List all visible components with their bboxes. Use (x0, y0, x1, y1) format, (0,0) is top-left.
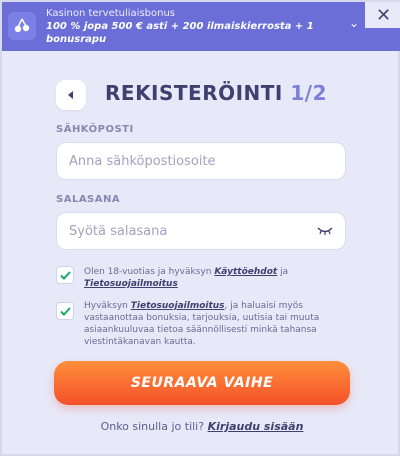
checkmark-icon (59, 306, 71, 316)
banner-offer: 100 % jopa 500 € asti + 200 ilmaiskierro… (46, 21, 314, 45)
registration-modal: Kasinon tervetuliaisbonus 100 % jopa 500… (0, 0, 400, 456)
banner-text: Kasinon tervetuliaisbonus 100 % jopa 500… (46, 7, 346, 46)
step-indicator: 1/2 (290, 81, 327, 105)
login-link[interactable]: Kirjaudu sisään (208, 420, 304, 433)
next-step-button[interactable]: SEURAAVA VAIHE (54, 361, 350, 405)
password-placeholder: Syötä salasana (69, 223, 168, 239)
welcome-bonus-banner[interactable]: Kasinon tervetuliaisbonus 100 % jopa 500… (2, 2, 400, 51)
privacy-link[interactable]: Tietosuojailmoitus (131, 301, 225, 311)
cherry-icon (8, 12, 36, 40)
back-arrow-icon (68, 91, 73, 99)
email-label: SÄHKÖPOSTI (56, 124, 134, 135)
terms-checkbox[interactable] (56, 266, 74, 284)
banner-title: Kasinon tervetuliaisbonus (46, 8, 176, 19)
email-field[interactable]: Anna sähköpostiosoite (56, 142, 346, 180)
back-button[interactable] (56, 80, 86, 110)
privacy-link[interactable]: Tietosuojailmoitus (84, 279, 178, 289)
login-question: Onko sinulla jo tili? (100, 420, 205, 433)
close-button[interactable]: ✕ (365, 2, 400, 28)
login-prompt: Onko sinulla jo tili? Kirjaudu sisään (2, 420, 400, 433)
terms-consent-text: Olen 18-vuotias ja hyväksyn Käyttöehdot … (84, 266, 334, 290)
consent-prefix: Hyväksyn (84, 301, 131, 311)
title-text: REKISTERÖINTI (105, 81, 283, 105)
terms-link[interactable]: Käyttöehdot (214, 267, 277, 277)
page-title: REKISTERÖINTI 1/2 (105, 81, 327, 105)
password-field[interactable]: Syötä salasana (56, 212, 346, 250)
eye-closed-icon[interactable] (317, 226, 333, 236)
checkmark-icon (59, 270, 71, 280)
consent-mid: ja (277, 267, 289, 277)
chevron-down-icon[interactable]: ⌄ (349, 16, 359, 30)
marketing-consent-text: Hyväksyn Tietosuojailmoitus, ja haluaisi… (84, 300, 334, 348)
consent-prefix: Olen 18-vuotias ja hyväksyn (84, 267, 215, 277)
password-label: SALASANA (56, 194, 121, 205)
marketing-checkbox[interactable] (56, 302, 74, 320)
